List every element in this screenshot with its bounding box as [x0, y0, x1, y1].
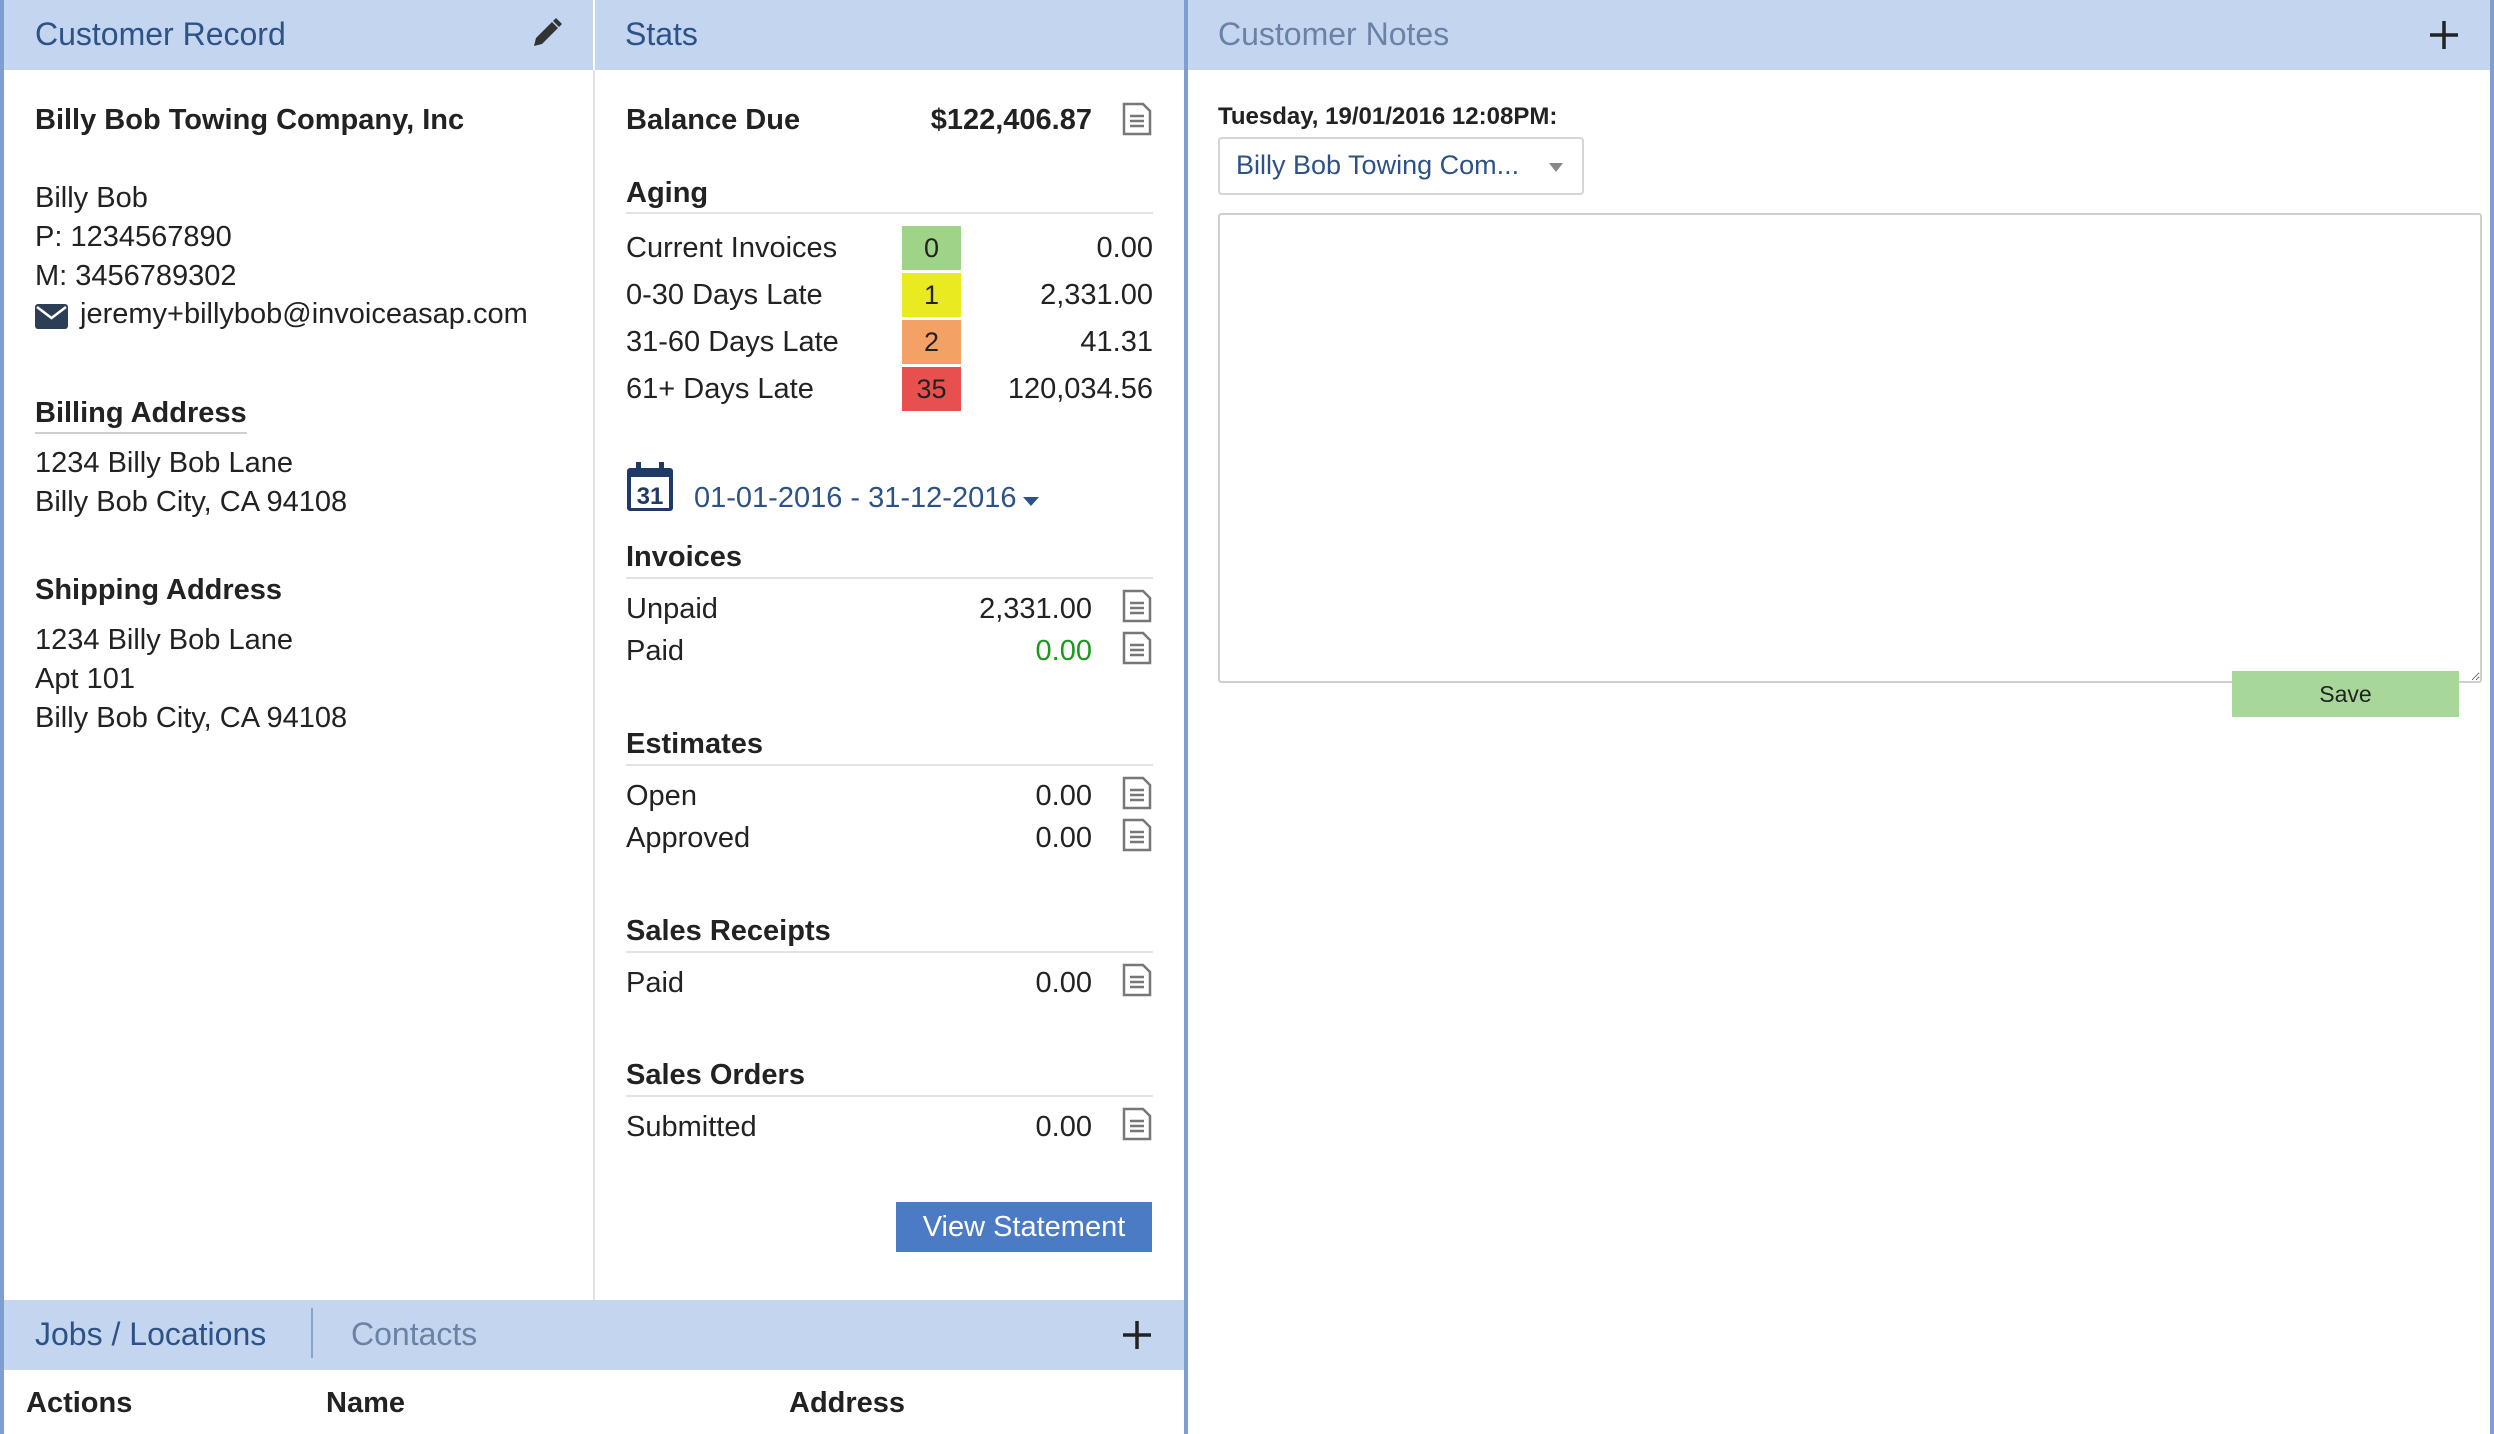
balance-due-label: Balance Due [626, 104, 801, 136]
shipping-line2: Apt 101 [35, 663, 135, 695]
view-statement-label: View Statement [922, 1211, 1126, 1243]
document-icon[interactable] [1121, 102, 1153, 136]
invoices-title: Invoices [626, 541, 743, 573]
save-label: Save [2319, 681, 2372, 707]
customer-select-value: Billy Bob Towing Com... [1236, 150, 1520, 180]
aging-amount: 0.00 [1096, 232, 1153, 264]
estimates-open-amount: 0.00 [1035, 780, 1092, 812]
aging-label: 0-30 Days Late [626, 279, 823, 311]
balance-due-value: $122,406.87 [930, 104, 1092, 136]
plus-icon[interactable] [1121, 1319, 1153, 1351]
document-icon[interactable] [1121, 1107, 1153, 1141]
column-divider [593, 70, 595, 1300]
contact-phone: P: 1234567890 [35, 221, 232, 253]
contact-name: Billy Bob [35, 182, 148, 214]
estimates-approved-label: Approved [626, 822, 751, 854]
invoices-rule [626, 577, 1153, 579]
invoices-paid-amount: 0.00 [1035, 635, 1092, 667]
pencil-icon[interactable] [528, 16, 564, 52]
date-range-selector[interactable]: 01-01-2016 - 31-12-2016 [694, 482, 1016, 515]
note-timestamp: Tuesday, 19/01/2016 12:08PM: [1218, 103, 1558, 130]
calendar-day: 31 [637, 483, 664, 510]
panel-divider [1184, 0, 1188, 1434]
estimates-open-label: Open [626, 780, 697, 812]
view-statement-button[interactable]: View Statement [896, 1202, 1152, 1252]
sales-receipts-rule [626, 951, 1153, 953]
sales-orders-title: Sales Orders [626, 1059, 805, 1091]
stats-title: Stats [625, 16, 698, 52]
document-icon[interactable] [1121, 818, 1153, 852]
estimates-rule [626, 764, 1153, 766]
sales-orders-rule [626, 1095, 1153, 1097]
billing-line2: Billy Bob City, CA 94108 [35, 486, 348, 518]
document-icon[interactable] [1121, 963, 1153, 997]
customer-notes-title: Customer Notes [1218, 16, 1450, 52]
shipping-line3: Billy Bob City, CA 94108 [35, 702, 348, 734]
invoices-paid-label: Paid [626, 635, 685, 667]
aging-label: 61+ Days Late [626, 373, 814, 405]
caret-down-icon [1549, 160, 1563, 172]
contact-email[interactable]: jeremy+billybob@invoiceasap.com [80, 298, 528, 331]
estimates-approved-amount: 0.00 [1035, 822, 1092, 854]
billing-line1: 1234 Billy Bob Lane [35, 447, 293, 479]
company-name: Billy Bob Towing Company, Inc [35, 104, 465, 136]
column-header-name: Name [326, 1387, 405, 1419]
aging-label: 31-60 Days Late [626, 326, 839, 358]
note-textarea[interactable] [1218, 213, 2482, 683]
aging-title: Aging [626, 177, 709, 209]
billing-address-title: Billing Address [35, 397, 247, 434]
sales-receipts-title: Sales Receipts [626, 915, 831, 947]
calendar-icon[interactable]: 31 [626, 462, 674, 512]
sales-receipts-paid-amount: 0.00 [1035, 967, 1092, 999]
sales-receipts-paid-label: Paid [626, 967, 685, 999]
customer-select[interactable]: Billy Bob Towing Com... [1218, 137, 1584, 195]
tab-separator [311, 1308, 313, 1358]
tab-contacts[interactable]: Contacts [351, 1316, 477, 1353]
aging-amount: 41.31 [1080, 326, 1153, 358]
right-outer-border [2490, 0, 2494, 1434]
document-icon[interactable] [1121, 776, 1153, 810]
sales-orders-submitted-amount: 0.00 [1035, 1111, 1092, 1143]
customer-record-title: Customer Record [35, 16, 286, 52]
aging-rule [626, 212, 1153, 214]
tab-jobs-locations[interactable]: Jobs / Locations [35, 1316, 266, 1353]
left-outer-border [0, 0, 4, 1434]
plus-icon[interactable] [2428, 19, 2460, 51]
estimates-title: Estimates [626, 728, 764, 760]
document-icon[interactable] [1121, 589, 1153, 623]
shipping-line1: 1234 Billy Bob Lane [35, 624, 293, 656]
sales-orders-submitted-label: Submitted [626, 1111, 757, 1143]
invoices-unpaid-label: Unpaid [626, 593, 718, 625]
caret-down-icon[interactable] [1023, 494, 1039, 506]
document-icon[interactable] [1121, 631, 1153, 665]
contact-mobile: M: 3456789302 [35, 260, 237, 292]
save-button[interactable]: Save [2232, 671, 2459, 717]
aging-amount: 120,034.56 [1007, 373, 1153, 405]
aging-label: Current Invoices [626, 232, 838, 264]
column-header-actions: Actions [26, 1387, 133, 1419]
invoices-unpaid-amount: 2,331.00 [979, 593, 1092, 625]
column-header-address: Address [789, 1387, 906, 1419]
shipping-address-title: Shipping Address [35, 574, 283, 606]
aging-amount: 2,331.00 [1040, 279, 1153, 311]
envelope-icon [35, 304, 68, 329]
